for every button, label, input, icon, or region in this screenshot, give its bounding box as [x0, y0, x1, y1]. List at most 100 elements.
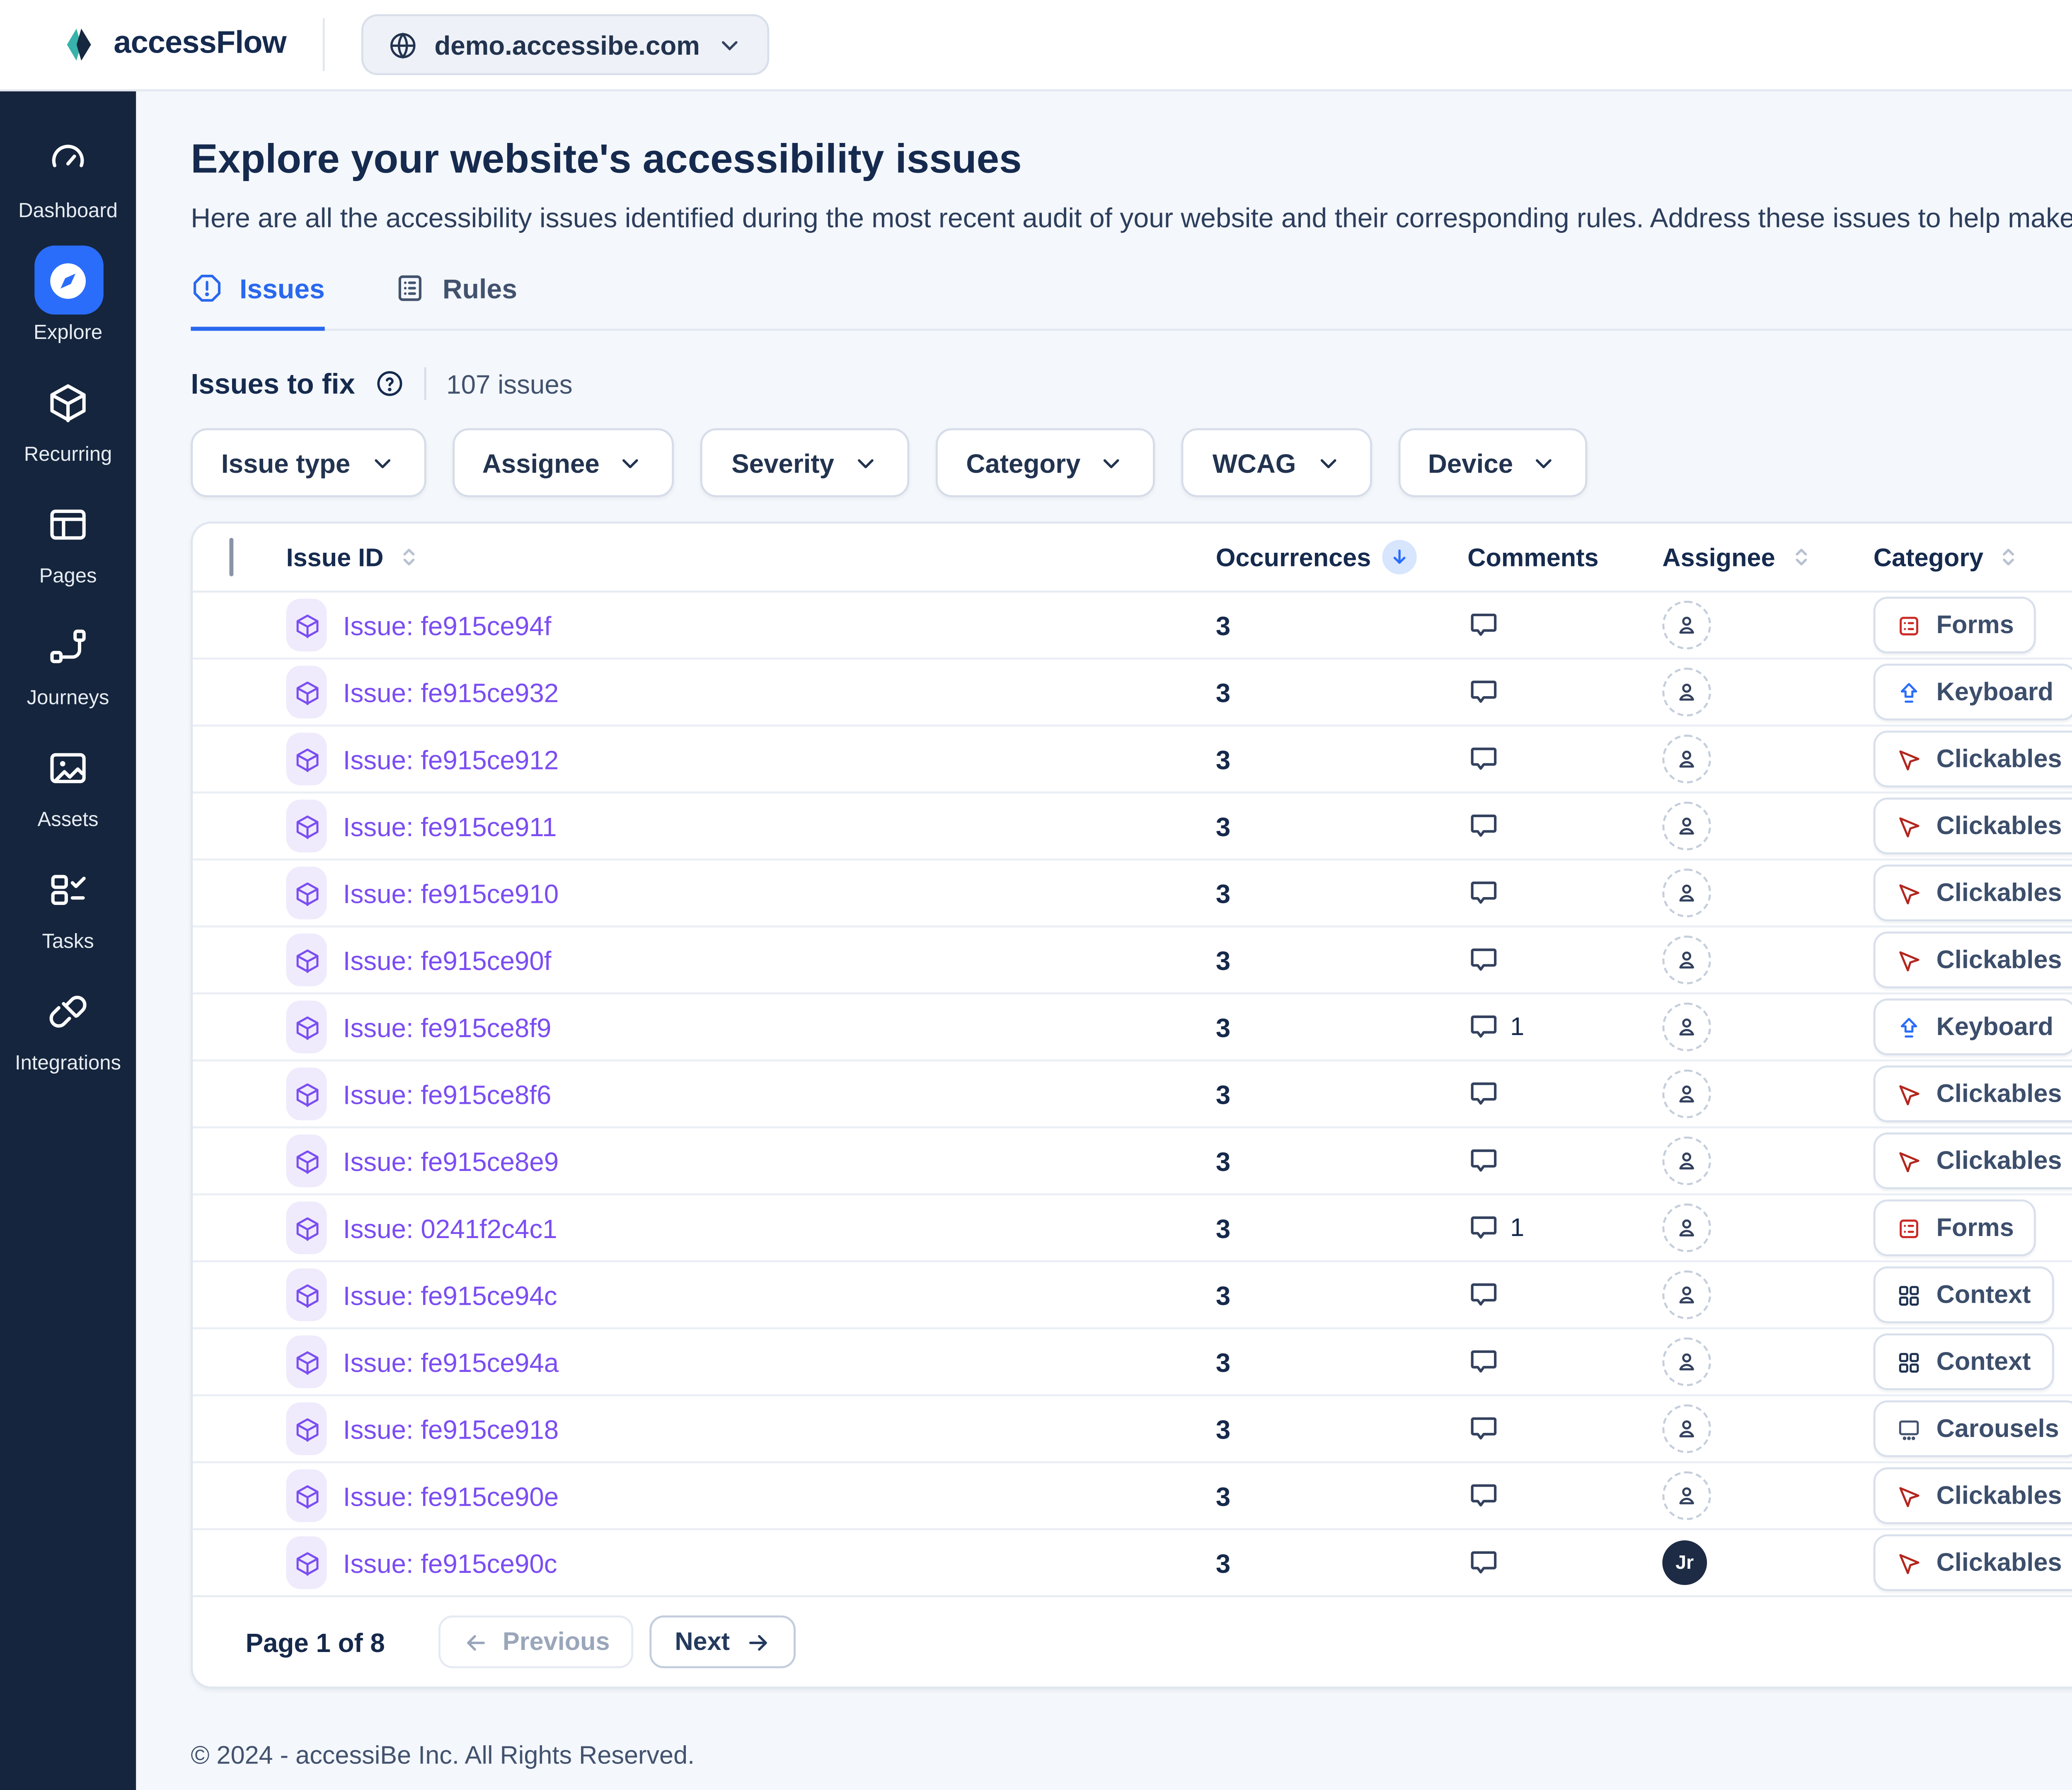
chevron-down-icon	[1099, 450, 1126, 476]
domain-selector[interactable]: demo.accessibe.com	[361, 14, 769, 75]
col-issue-id[interactable]: Issue ID	[286, 543, 384, 571]
issue-link[interactable]: Issue: fe915ce8f6	[343, 1079, 552, 1109]
assign-user-button[interactable]	[1662, 1404, 1711, 1453]
comments-button[interactable]	[1467, 609, 1662, 641]
assign-user-button[interactable]	[1662, 1203, 1711, 1252]
table-row: Issue: fe915ce90f3ClickablesExtremeLevel…	[193, 925, 2072, 992]
table-row: Issue: fe915ce9103ClickablesExtremeLevel…	[193, 859, 2072, 926]
comment-icon	[1467, 1546, 1500, 1579]
next-page-button[interactable]: Next	[651, 1616, 795, 1668]
filter-device[interactable]: Device	[1397, 428, 1588, 497]
assign-user-button[interactable]	[1662, 802, 1711, 851]
sidebar-item-pages[interactable]: Pages	[0, 489, 136, 588]
table-header-row: Issue ID Occurrences Comments Assignee C…	[193, 524, 2072, 593]
sidebar-item-dashboard[interactable]: Dashboard	[0, 124, 136, 223]
category-cell: Keyboard	[1874, 664, 2072, 721]
comments-button[interactable]	[1467, 944, 1662, 976]
issue-link[interactable]: Issue: fe915ce911	[343, 811, 557, 841]
previous-page-button[interactable]: Previous	[438, 1616, 634, 1668]
info-icon[interactable]	[375, 369, 404, 398]
assign-user-button[interactable]	[1662, 1270, 1711, 1319]
arrow-left-icon	[462, 1629, 489, 1655]
comments-button[interactable]	[1467, 1279, 1662, 1311]
sidebar-item-tasks[interactable]: Tasks	[0, 854, 136, 954]
issue-link[interactable]: Issue: fe915ce90f	[343, 945, 552, 975]
issue-link[interactable]: Issue: 0241f2c4c1	[343, 1213, 557, 1243]
issue-type-chip	[286, 934, 327, 986]
category-label: Clickables	[1936, 812, 2062, 840]
occurrences-cell: 3	[1216, 744, 1467, 774]
sidebar-item-recurring[interactable]: Recurring	[0, 368, 136, 467]
filter-severity[interactable]: Severity	[701, 428, 910, 497]
comments-button[interactable]	[1467, 1480, 1662, 1512]
sort-icon[interactable]	[1787, 540, 1814, 574]
assign-user-button[interactable]	[1662, 1069, 1711, 1118]
context-category-icon	[1896, 1349, 1922, 1375]
sidebar-item-integrations[interactable]: Integrations	[0, 976, 136, 1076]
comments-button[interactable]	[1467, 1078, 1662, 1110]
comments-button[interactable]: 1	[1467, 1212, 1662, 1244]
person-icon	[1675, 1417, 1699, 1441]
comments-button[interactable]: 1	[1467, 1011, 1662, 1043]
assign-user-button[interactable]	[1662, 1471, 1711, 1520]
assignee-cell	[1662, 936, 1873, 984]
assignee-avatar[interactable]: Jr	[1662, 1541, 1707, 1585]
issue-link[interactable]: Issue: fe915ce94f	[343, 610, 552, 640]
category-label: Clickables	[1936, 1482, 2062, 1510]
assign-user-button[interactable]	[1662, 1338, 1711, 1386]
category-chip: Forms	[1874, 597, 2036, 653]
assign-user-button[interactable]	[1662, 668, 1711, 716]
cube-icon	[293, 1349, 320, 1375]
comments-button[interactable]	[1467, 676, 1662, 708]
comments-button[interactable]	[1467, 1345, 1662, 1378]
assign-user-button[interactable]	[1662, 936, 1711, 984]
assignee-cell	[1662, 1069, 1873, 1118]
filter-wcag[interactable]: WCAG	[1182, 428, 1371, 497]
col-category[interactable]: Category	[1874, 543, 1983, 571]
issue-link[interactable]: Issue: fe915ce90e	[343, 1480, 559, 1511]
tab-issues[interactable]: Issues	[191, 272, 324, 331]
issue-count: 107 issues	[446, 368, 572, 399]
issue-link[interactable]: Issue: fe915ce8f9	[343, 1012, 552, 1042]
comments-button[interactable]	[1467, 1546, 1662, 1579]
comments-button[interactable]	[1467, 1144, 1662, 1177]
comments-button[interactable]	[1467, 877, 1662, 909]
issue-link[interactable]: Issue: fe915ce918	[343, 1413, 559, 1444]
issue-link[interactable]: Issue: fe915ce90c	[343, 1548, 557, 1578]
cube-icon	[293, 746, 320, 772]
issue-link[interactable]: Issue: fe915ce94a	[343, 1347, 559, 1377]
issue-link[interactable]: Issue: fe915ce910	[343, 878, 559, 908]
category-cell: Clickables	[1874, 1534, 2072, 1591]
filter-assignee[interactable]: Assignee	[452, 428, 675, 497]
col-occurrences[interactable]: Occurrences	[1216, 543, 1371, 571]
sidebar-item-explore[interactable]: Explore	[0, 246, 136, 345]
assign-user-button[interactable]	[1662, 1137, 1711, 1185]
comments-button[interactable]	[1467, 743, 1662, 775]
filter-category[interactable]: Category	[936, 428, 1156, 497]
filter-issue-type[interactable]: Issue type	[191, 428, 425, 497]
comments-button[interactable]	[1467, 810, 1662, 842]
assign-user-button[interactable]	[1662, 735, 1711, 784]
layout-icon	[47, 502, 90, 545]
issue-link[interactable]: Issue: fe915ce8e9	[343, 1146, 559, 1176]
image-icon	[47, 746, 90, 789]
sort-icon[interactable]	[1996, 540, 2022, 574]
sidebar-item-journeys[interactable]: Journeys	[0, 611, 136, 710]
person-icon	[1675, 747, 1699, 771]
comments-button[interactable]	[1467, 1413, 1662, 1445]
category-cell: Keyboard	[1874, 999, 2072, 1055]
sort-icon[interactable]	[396, 540, 422, 574]
assignee-cell	[1662, 1203, 1873, 1252]
issue-link[interactable]: Issue: fe915ce932	[343, 677, 559, 707]
select-all-checkbox[interactable]	[229, 537, 233, 576]
sort-desc-icon[interactable]	[1383, 540, 1418, 574]
sidebar-item-assets[interactable]: Assets	[0, 733, 136, 832]
assign-user-button[interactable]	[1662, 868, 1711, 917]
occurrences-cell: 3	[1216, 1413, 1467, 1444]
tab-rules[interactable]: Rules	[394, 272, 517, 331]
col-assignee[interactable]: Assignee	[1662, 543, 1775, 571]
assign-user-button[interactable]	[1662, 601, 1711, 650]
assign-user-button[interactable]	[1662, 1003, 1711, 1052]
issue-link[interactable]: Issue: fe915ce912	[343, 744, 559, 774]
issue-link[interactable]: Issue: fe915ce94c	[343, 1280, 557, 1310]
